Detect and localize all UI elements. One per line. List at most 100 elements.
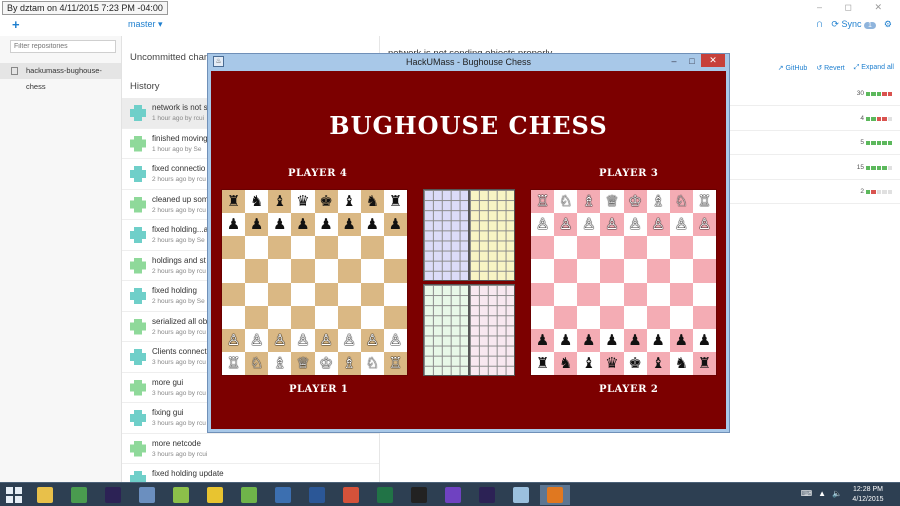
chess-piece[interactable]: ♛ xyxy=(605,355,618,371)
board-square[interactable]: ♟ xyxy=(600,328,624,352)
board-square[interactable]: ♗ xyxy=(577,190,601,214)
board-square[interactable] xyxy=(360,259,384,283)
board-square[interactable] xyxy=(623,305,647,329)
board-square[interactable]: ♜ xyxy=(531,351,555,375)
board-square[interactable]: ♙ xyxy=(554,213,578,237)
commit-row[interactable]: more netcode 3 hours ago by rcui xyxy=(122,434,379,464)
paint-icon[interactable] xyxy=(506,485,536,505)
board-square[interactable] xyxy=(623,259,647,283)
board-square[interactable] xyxy=(600,236,624,260)
board-square[interactable] xyxy=(531,236,555,260)
board-square[interactable]: ♕ xyxy=(291,351,315,375)
chrome-icon[interactable] xyxy=(64,485,94,505)
board-square[interactable] xyxy=(692,259,716,283)
eclipse-icon[interactable] xyxy=(98,485,128,505)
publish-icon[interactable]: ∩ xyxy=(815,18,823,30)
board-square[interactable] xyxy=(337,236,361,260)
board-square[interactable] xyxy=(222,282,246,306)
chess-piece[interactable]: ♙ xyxy=(366,332,379,348)
chess-piece[interactable]: ♟ xyxy=(651,332,664,348)
board-square[interactable]: ♜ xyxy=(383,190,407,214)
board-square[interactable] xyxy=(554,236,578,260)
board-square[interactable] xyxy=(531,305,555,329)
windows-logo-icon[interactable] xyxy=(6,487,22,503)
board-square[interactable] xyxy=(360,236,384,260)
chess-piece[interactable]: ♖ xyxy=(536,194,549,209)
chess-piece[interactable]: ♟ xyxy=(628,332,641,348)
chess-piece[interactable]: ♝ xyxy=(273,194,286,209)
board-square[interactable] xyxy=(383,236,407,260)
chess-piece[interactable]: ♙ xyxy=(605,217,618,232)
board-square[interactable]: ♗ xyxy=(646,190,670,214)
chess-piece[interactable]: ♜ xyxy=(227,194,240,209)
board-square[interactable] xyxy=(531,259,555,283)
board-square[interactable] xyxy=(337,305,361,329)
chess-piece[interactable]: ♟ xyxy=(698,332,711,348)
board-square[interactable] xyxy=(577,259,601,283)
sync-button[interactable]: ⟳ Sync 1 xyxy=(831,19,876,30)
board-square[interactable]: ♟ xyxy=(669,328,693,352)
chess-piece[interactable]: ♗ xyxy=(582,194,595,209)
tray-chevron-icon[interactable]: ▲ xyxy=(818,489,826,498)
git-icon[interactable] xyxy=(336,485,366,505)
board-square[interactable] xyxy=(623,236,647,260)
board-square[interactable]: ♘ xyxy=(360,351,384,375)
board-square[interactable] xyxy=(314,305,338,329)
board-square[interactable] xyxy=(268,236,292,260)
board-square[interactable]: ♚ xyxy=(623,351,647,375)
holding-area-bottom-left[interactable] xyxy=(423,284,469,376)
chess-piece[interactable]: ♟ xyxy=(342,217,355,232)
chess-piece[interactable]: ♙ xyxy=(389,332,402,348)
chess-piece[interactable]: ♙ xyxy=(675,217,688,232)
chess-piece[interactable]: ♝ xyxy=(582,355,595,371)
board-square[interactable]: ♙ xyxy=(360,328,384,352)
holding-area-top-left[interactable] xyxy=(423,189,469,281)
board-square[interactable] xyxy=(669,259,693,283)
board-square[interactable]: ♟ xyxy=(291,213,315,237)
board-square[interactable]: ♙ xyxy=(222,328,246,352)
board-square[interactable] xyxy=(577,305,601,329)
board-square[interactable] xyxy=(245,305,269,329)
board-square[interactable] xyxy=(646,282,670,306)
chess-piece[interactable]: ♜ xyxy=(698,355,711,371)
board-square[interactable]: ♘ xyxy=(245,351,269,375)
board-square[interactable]: ♙ xyxy=(600,213,624,237)
board-square[interactable]: ♟ xyxy=(245,213,269,237)
board-square[interactable] xyxy=(337,282,361,306)
board-square[interactable]: ♞ xyxy=(245,190,269,214)
board-square[interactable]: ♜ xyxy=(222,190,246,214)
board-square[interactable] xyxy=(554,282,578,306)
chess-piece[interactable]: ♕ xyxy=(605,194,618,209)
window-titlebar[interactable]: ♨ HackUMass - Bughouse Chess – □ ✕ xyxy=(208,54,729,70)
chess-piece[interactable]: ♚ xyxy=(319,194,332,209)
chess-piece[interactable]: ♙ xyxy=(250,332,263,348)
board-square[interactable]: ♛ xyxy=(600,351,624,375)
board-square[interactable]: ♖ xyxy=(383,351,407,375)
chess-piece[interactable]: ♟ xyxy=(675,332,688,348)
chess-piece[interactable]: ♟ xyxy=(296,217,309,232)
folder-icon[interactable] xyxy=(234,485,264,505)
virtualbox-icon[interactable] xyxy=(268,485,298,505)
board-square[interactable] xyxy=(554,259,578,283)
chess-piece[interactable]: ♗ xyxy=(273,355,286,371)
board-square[interactable] xyxy=(669,305,693,329)
branch-selector[interactable]: master ▾ xyxy=(128,19,163,30)
chess-piece[interactable]: ♘ xyxy=(559,194,572,209)
add-repository-button[interactable]: + xyxy=(12,17,20,32)
board-square[interactable] xyxy=(383,259,407,283)
java-icon[interactable] xyxy=(540,485,570,505)
board-square[interactable]: ♖ xyxy=(692,190,716,214)
chess-piece[interactable]: ♙ xyxy=(628,217,641,232)
board-square[interactable]: ♜ xyxy=(692,351,716,375)
close-button[interactable]: ✕ xyxy=(701,54,725,67)
board-square[interactable]: ♗ xyxy=(268,351,292,375)
github-window-controls[interactable]: – ◻ ✕ xyxy=(817,2,892,13)
chess-piece[interactable]: ♞ xyxy=(559,355,572,371)
board-square[interactable]: ♙ xyxy=(245,328,269,352)
chess-piece[interactable]: ♔ xyxy=(319,355,332,371)
board-square[interactable]: ♟ xyxy=(646,328,670,352)
chess-piece[interactable]: ♕ xyxy=(296,355,309,371)
keyboard-icon[interactable]: ⌨ xyxy=(801,489,813,498)
board-square[interactable]: ♟ xyxy=(554,328,578,352)
board-square[interactable]: ♙ xyxy=(314,328,338,352)
